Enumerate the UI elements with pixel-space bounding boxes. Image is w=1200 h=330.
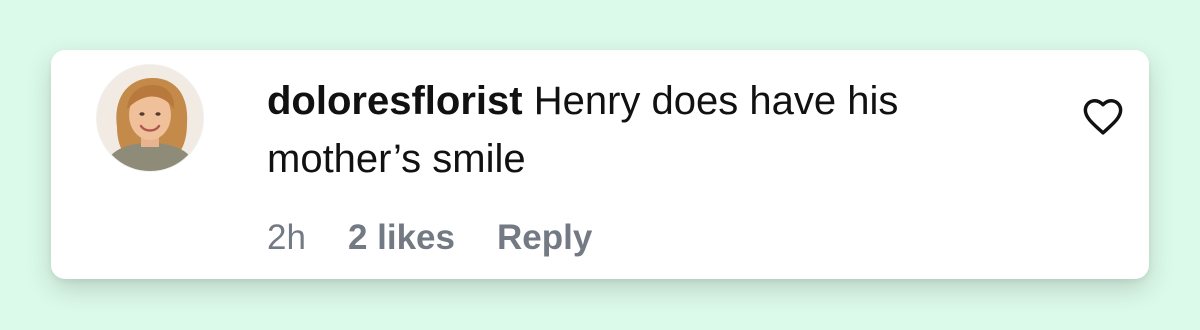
like-button[interactable]: [1081, 96, 1125, 136]
reply-button[interactable]: Reply: [497, 218, 592, 258]
avatar[interactable]: [97, 65, 203, 171]
comment-username[interactable]: doloresflorist: [267, 79, 523, 123]
comment-meta: 2h 2 likes Reply: [267, 218, 592, 258]
comment-card: doloresflorist Henry does have his mothe…: [51, 50, 1149, 279]
likes-count-link[interactable]: 2 likes: [348, 218, 455, 258]
heart-outline-icon: [1083, 99, 1123, 135]
avatar-photo: [97, 65, 203, 171]
comment-timestamp: 2h: [267, 218, 306, 257]
comment-body: doloresflorist Henry does have his mothe…: [267, 72, 1057, 188]
